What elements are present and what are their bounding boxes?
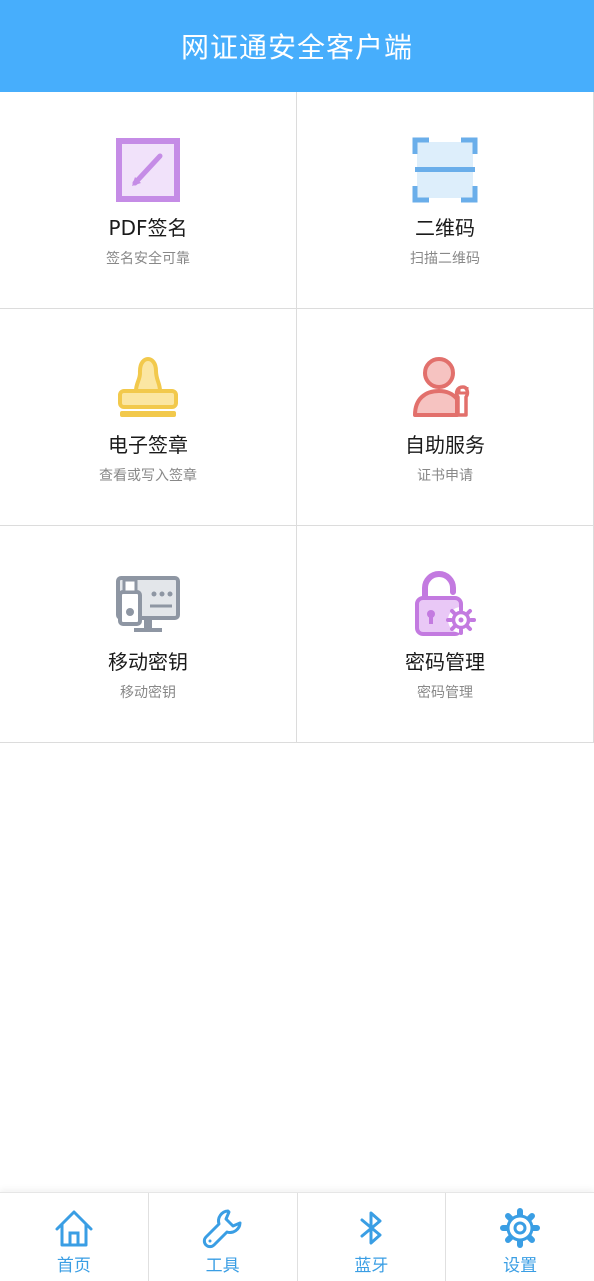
tab-label: 首页 — [56, 1256, 91, 1276]
app-header: 网证通安全客户端 — [0, 0, 594, 92]
feature-self-service[interactable]: 自助服务 证书申请 — [297, 309, 594, 526]
feature-pdf-sign[interactable]: PDF签名 签名安全可靠 — [0, 92, 297, 309]
tab-bluetooth[interactable]: 蓝牙 — [296, 1193, 446, 1281]
home-icon — [53, 1207, 95, 1249]
feature-subtitle: 密码管理 — [417, 685, 473, 701]
page-title: 网证通安全客户端 — [180, 31, 413, 64]
tab-label: 设置 — [503, 1256, 538, 1276]
tab-label: 工具 — [205, 1256, 240, 1276]
feature-subtitle: 扫描二维码 — [410, 251, 480, 267]
bluetooth-icon — [350, 1207, 392, 1249]
feature-title: 自助服务 — [405, 433, 485, 457]
gear-icon — [499, 1207, 541, 1249]
feature-e-stamp[interactable]: 电子签章 查看或写入签章 — [0, 309, 297, 526]
qr-scan-icon — [411, 136, 479, 204]
tab-settings[interactable]: 设置 — [445, 1193, 594, 1281]
feature-subtitle: 证书申请 — [417, 468, 473, 484]
tab-tools[interactable]: 工具 — [147, 1193, 297, 1281]
feature-subtitle: 查看或写入签章 — [99, 468, 197, 484]
feature-grid: PDF签名 签名安全可靠 二维码 扫描二维码 电子签章 查看或写入签章 自助服务… — [0, 92, 594, 743]
tab-home[interactable]: 首页 — [0, 1193, 148, 1281]
pdf-sign-icon — [114, 136, 182, 204]
user-service-icon — [411, 353, 479, 421]
wrench-icon — [202, 1207, 244, 1249]
feature-mobile-key[interactable]: 移动密钥 移动密钥 — [0, 526, 297, 743]
feature-title: 二维码 — [415, 216, 475, 240]
tab-label: 蓝牙 — [354, 1256, 389, 1276]
feature-title: 密码管理 — [405, 650, 485, 674]
feature-title: 移动密钥 — [108, 650, 188, 674]
feature-password-manager[interactable]: 密码管理 密码管理 — [297, 526, 594, 743]
feature-title: 电子签章 — [108, 433, 188, 457]
bottom-tab-bar: 首页 工具 蓝牙 设置 — [0, 1192, 594, 1281]
feature-qr-code[interactable]: 二维码 扫描二维码 — [297, 92, 594, 309]
feature-subtitle: 移动密钥 — [120, 685, 176, 701]
usb-key-icon — [114, 570, 182, 638]
feature-subtitle: 签名安全可靠 — [106, 251, 190, 267]
stamp-icon — [114, 353, 182, 421]
feature-title: PDF签名 — [108, 216, 188, 240]
lock-settings-icon — [411, 570, 479, 638]
